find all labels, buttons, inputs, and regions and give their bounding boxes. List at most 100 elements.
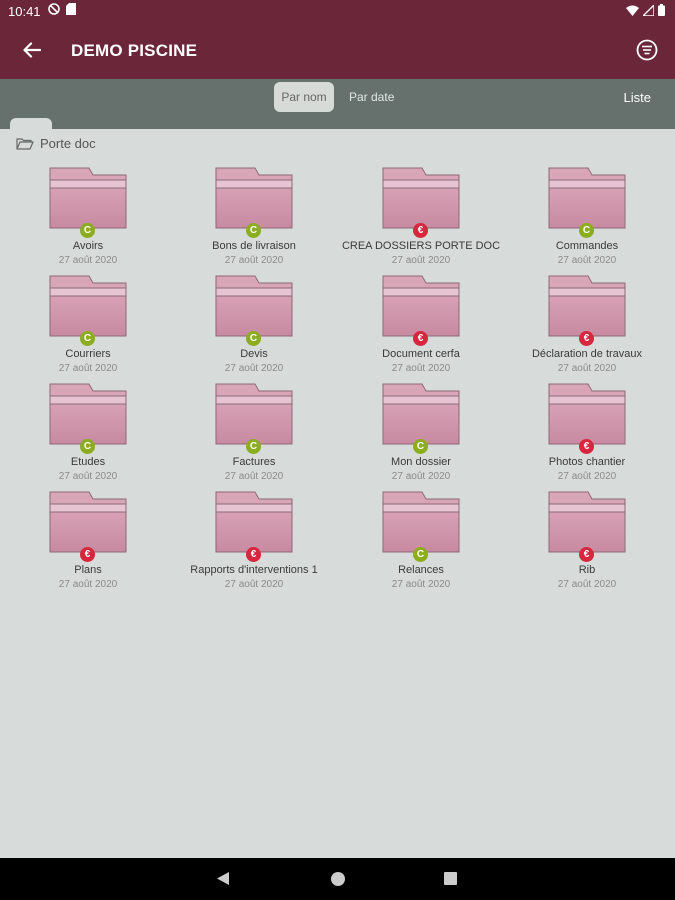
folder-tile[interactable]: C Etudes 27 août 2020 [0,382,166,488]
folder-icon [49,490,127,554]
battery-icon [658,4,665,16]
folder-status-badge: C [413,547,428,562]
folder-tile[interactable]: C Factures 27 août 2020 [166,382,332,488]
folder-status-badge: € [579,331,594,346]
folder-name: Rib [578,564,596,576]
folder-icon [548,166,626,230]
folder-name: Courriers [65,348,111,360]
folder-name: Devis [240,348,268,360]
status-time: 10:41 [8,4,41,19]
filter-list-icon [636,39,658,61]
breadcrumb[interactable]: Porte doc [16,136,96,151]
folder-date: 27 août 2020 [557,363,617,374]
folder-tile[interactable]: C Commandes 27 août 2020 [499,166,665,272]
folder-status-badge: € [80,547,95,562]
folder-icon [382,274,460,338]
folder-date: 27 août 2020 [557,579,617,590]
folder-date: 27 août 2020 [391,471,451,482]
nav-back-icon[interactable] [216,871,230,886]
folder-status-badge: C [246,331,261,346]
folder-tile[interactable]: C Courriers 27 août 2020 [0,274,166,380]
folder-name: Avoirs [72,240,104,252]
folder-icon [215,274,293,338]
folder-name: Photos chantier [548,456,626,468]
folder-tile[interactable]: € Déclaration de travaux 27 août 2020 [499,274,665,380]
folder-status-badge: C [80,223,95,238]
folder-status-badge: € [579,547,594,562]
folder-status-badge: C [80,331,95,346]
folder-name: Etudes [70,456,106,468]
app-bar: DEMO PISCINE [0,22,675,79]
folder-status-badge: C [246,439,261,454]
folder-tile[interactable]: € Photos chantier 27 août 2020 [499,382,665,488]
folder-name: Relances [398,564,444,576]
folder-date: 27 août 2020 [58,363,118,374]
list-view-toggle[interactable]: Liste [624,90,651,105]
folder-date: 27 août 2020 [58,471,118,482]
folder-name: Bons de livraison [212,240,296,252]
folder-date: 27 août 2020 [391,363,451,374]
folder-date: 27 août 2020 [224,255,284,266]
folder-icon [49,382,127,446]
folder-name: Factures [232,456,276,468]
folder-name: Document cerfa [382,348,460,360]
folder-tile[interactable]: € Rib 27 août 2020 [499,490,665,596]
folder-date: 27 août 2020 [557,255,617,266]
sd-card-icon [66,3,76,15]
folder-status-badge: € [413,223,428,238]
sort-by-name-tab[interactable]: Par nom [274,82,334,112]
status-system-icons [626,4,665,16]
filter-menu-button[interactable] [634,37,660,63]
folder-tile[interactable]: C Devis 27 août 2020 [166,274,332,380]
folder-date: 27 août 2020 [391,579,451,590]
folder-date: 27 août 2020 [224,579,284,590]
folder-icon [548,382,626,446]
folder-icon [49,274,127,338]
sort-bar: Par nom Par date Liste [0,79,675,129]
folder-icon [382,166,460,230]
folder-icon [548,274,626,338]
folder-tile[interactable]: € Plans 27 août 2020 [0,490,166,596]
folder-tab-decoration [10,118,52,132]
folder-name: Commandes [555,240,619,252]
folder-name: Déclaration de travaux [531,348,643,360]
folder-status-badge: C [80,439,95,454]
status-notification-icons [48,3,76,15]
folder-date: 27 août 2020 [391,255,451,266]
folder-status-badge: € [246,547,261,562]
folder-tile[interactable]: € Document cerfa 27 août 2020 [333,274,499,380]
folder-tile[interactable]: € Rapports d'interventions 1 27 août 2020 [166,490,332,596]
folder-icon [382,490,460,554]
folder-name: Mon dossier [391,456,451,468]
system-nav-bar [0,858,675,900]
signal-icon [643,4,654,16]
folder-icon [215,490,293,554]
folder-icon [215,166,293,230]
folder-tile[interactable]: C Avoirs 27 août 2020 [0,166,166,272]
sort-by-date-tab[interactable]: Par date [349,90,394,104]
folder-icon [382,382,460,446]
folder-tile[interactable]: C Bons de livraison 27 août 2020 [166,166,332,272]
back-button[interactable] [18,36,46,64]
folder-status-badge: € [579,439,594,454]
folder-icon [215,382,293,446]
folder-icon [49,166,127,230]
do-not-disturb-icon [48,3,60,15]
folder-name: Plans [74,564,102,576]
breadcrumb-label: Porte doc [40,136,96,151]
folder-status-badge: C [413,439,428,454]
folder-date: 27 août 2020 [224,363,284,374]
folder-tile[interactable]: C Relances 27 août 2020 [333,490,499,596]
folder-tile[interactable]: C Mon dossier 27 août 2020 [333,382,499,488]
arrow-back-icon [23,42,41,58]
folder-status-badge: € [413,331,428,346]
folder-status-badge: C [579,223,594,238]
page-title: DEMO PISCINE [71,41,198,60]
folder-date: 27 août 2020 [58,255,118,266]
nav-home-icon[interactable] [331,872,345,886]
wifi-icon [626,5,639,16]
folder-date: 27 août 2020 [557,471,617,482]
folder-date: 27 août 2020 [224,471,284,482]
nav-recents-icon[interactable] [444,872,457,885]
folder-tile[interactable]: € CREA DOSSIERS PORTE DOC 27 août 2020 [333,166,500,272]
